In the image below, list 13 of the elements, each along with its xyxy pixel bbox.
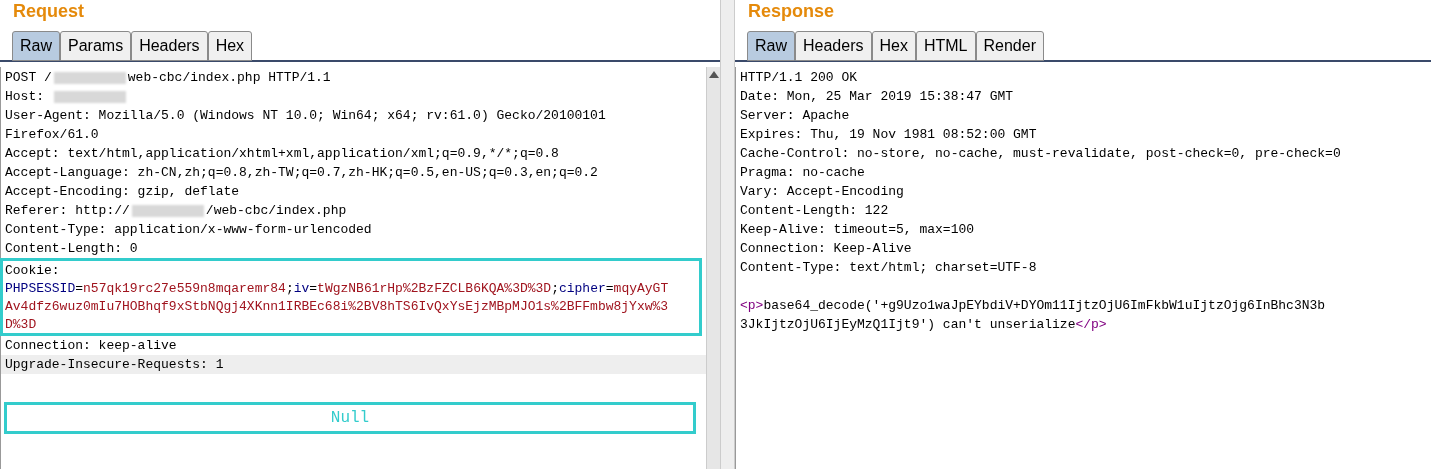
tab[interactable]: Hex — [207, 31, 253, 61]
null-label: Null — [4, 402, 696, 434]
pane-title: Response — [747, 0, 836, 22]
tab[interactable]: Render — [975, 31, 1044, 61]
tab[interactable]: Headers — [795, 31, 872, 61]
tab[interactable]: Raw — [747, 31, 795, 61]
tab[interactable]: HTML — [915, 31, 976, 61]
tab[interactable]: Raw — [12, 31, 60, 61]
scrollbar[interactable] — [706, 67, 720, 469]
tab[interactable]: Hex — [871, 31, 916, 61]
tab[interactable]: Params — [60, 31, 132, 61]
tab[interactable]: Headers — [131, 31, 208, 61]
pane-title: Request — [12, 0, 85, 22]
